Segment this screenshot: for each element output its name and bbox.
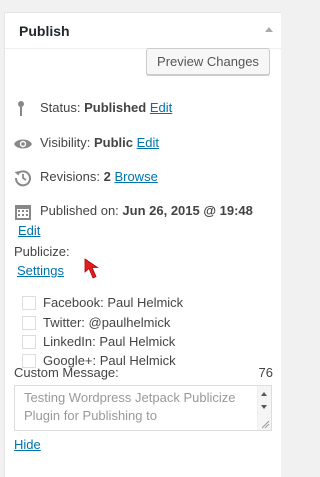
calendar-icon [15, 205, 31, 220]
custom-message-text: Testing Wordpress Jetpack Publicize Plug… [24, 390, 236, 423]
published-on-edit-link[interactable]: Edit [18, 223, 40, 238]
twitter-label: Twitter: @paulhelmick [43, 315, 171, 330]
revisions-label: Revisions: [40, 169, 100, 184]
visibility-label: Visibility: [40, 135, 91, 150]
published-on-date: Jun 26, 2015 @ 19:48 [122, 203, 253, 218]
publicize-settings-link[interactable]: Settings [17, 263, 64, 278]
eye-icon [14, 139, 32, 149]
visibility-value: Public [93, 135, 133, 150]
collapse-arrow-icon[interactable] [265, 27, 273, 32]
preview-changes-button[interactable]: Preview Changes [146, 48, 270, 75]
status-value: Published [84, 100, 147, 115]
scroll-up-icon[interactable] [261, 392, 267, 396]
publicize-label: Publicize: [14, 244, 70, 259]
status-edit-link[interactable]: Edit [150, 100, 172, 115]
linkedin-checkbox[interactable] [22, 335, 36, 349]
character-count: 76 [258, 365, 273, 380]
revisions-browse-link[interactable]: Browse [114, 169, 157, 184]
history-icon [14, 170, 31, 187]
panel-title: Publish [19, 23, 70, 39]
facebook-checkbox[interactable] [22, 296, 36, 310]
publish-panel-header[interactable]: Publish [5, 13, 281, 49]
status-label: Status: [40, 100, 81, 115]
visibility-edit-link[interactable]: Edit [137, 135, 159, 150]
revisions-count: 2 [103, 169, 111, 184]
resize-grip-icon[interactable] [260, 419, 270, 429]
published-on-label: Published on: [40, 203, 119, 218]
scroll-down-icon[interactable] [261, 405, 267, 409]
custom-message-label: Custom Message: [14, 365, 119, 380]
custom-message-textarea[interactable]: Testing Wordpress Jetpack Publicize Plug… [14, 385, 272, 431]
red-arrow-cursor-icon [84, 258, 99, 279]
twitter-checkbox[interactable] [22, 316, 36, 330]
facebook-label: Facebook: Paul Helmick [43, 295, 184, 310]
publicize-hide-link[interactable]: Hide [14, 437, 41, 452]
linkedin-label: LinkedIn: Paul Helmick [43, 334, 176, 349]
pin-icon [18, 101, 24, 116]
